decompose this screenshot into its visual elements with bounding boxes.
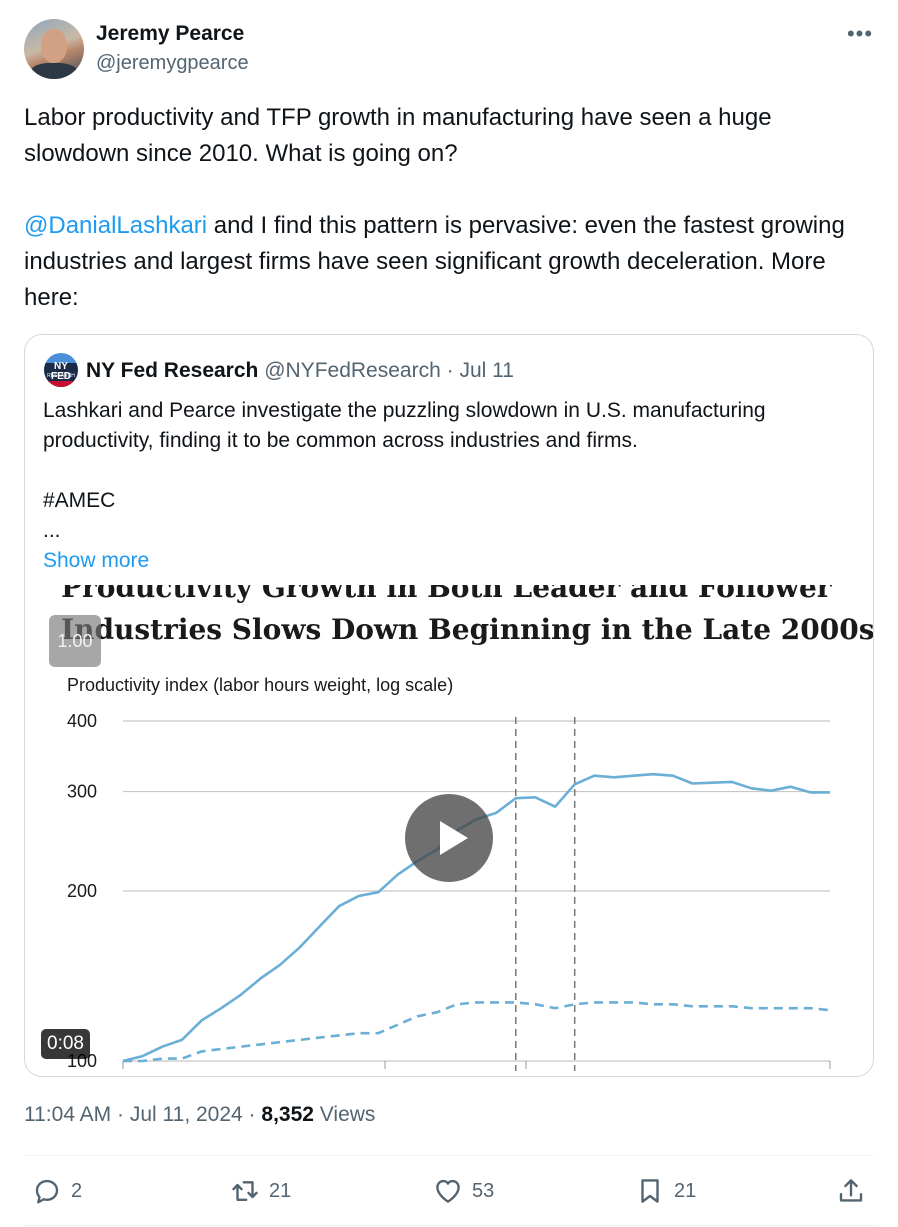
like-count: 53 — [472, 1179, 495, 1202]
quoted-author-handle[interactable]: @NYFedResearch — [264, 359, 441, 382]
tweet-meta: 11:04 AM · Jul 11, 2024 · 8,352 Views — [24, 1103, 375, 1127]
series-line-dashed — [123, 1001, 831, 1063]
mention-link[interactable]: @DanialLashkari — [24, 212, 207, 239]
quoted-date[interactable]: Jul 11 — [459, 359, 513, 382]
y-tick-label: 200 — [67, 881, 97, 901]
share-button[interactable] — [836, 1175, 866, 1207]
reply-button[interactable]: 2 — [32, 1175, 82, 1207]
quoted-header: NY Fed Research @NYFedResearch · Jul 11 — [86, 359, 514, 383]
header-separator: · — [446, 359, 454, 382]
avatar-shirt — [30, 63, 78, 79]
playback-speed-badge[interactable]: 1.00 — [49, 615, 101, 667]
quoted-text-body: Lashkari and Pearce investigate the puzz… — [43, 399, 766, 452]
repost-button[interactable]: 21 — [230, 1175, 291, 1207]
meta-separator: · — [111, 1103, 130, 1126]
y-axis-label: Productivity index (labor hours weight, … — [67, 675, 453, 695]
tweet-time[interactable]: 11:04 AM — [24, 1103, 111, 1126]
y-tick-label: 400 — [67, 711, 97, 731]
avatar-face — [41, 29, 67, 63]
reply-count: 2 — [71, 1179, 83, 1202]
reply-icon — [35, 1179, 59, 1204]
play-button[interactable] — [405, 794, 493, 882]
tweet-date[interactable]: Jul 11, 2024 — [130, 1103, 243, 1126]
y-tick-label: 300 — [67, 782, 97, 802]
show-more-link[interactable]: Show more — [43, 546, 853, 576]
repost-icon — [232, 1181, 258, 1201]
like-button[interactable]: 53 — [433, 1175, 494, 1207]
video-duration: 0:08 — [41, 1029, 90, 1059]
divider — [24, 1155, 874, 1156]
divider — [24, 1225, 874, 1226]
views-count: 8,352 — [261, 1103, 314, 1126]
author-handle[interactable]: @jeremygpearce — [96, 52, 249, 75]
avatar-logo-subtext: RESEARCH — [47, 373, 75, 379]
video-player[interactable]: Productivity Growth in Both Leader and F… — [25, 585, 873, 1076]
tweet-text: Labor productivity and TFP growth in man… — [24, 100, 874, 316]
tweet-paragraph-1: Labor productivity and TFP growth in man… — [24, 104, 772, 167]
author-avatar[interactable] — [24, 19, 84, 79]
play-icon — [440, 821, 468, 855]
meta-separator: · — [242, 1103, 262, 1126]
heart-icon — [436, 1179, 460, 1203]
share-icon — [839, 1179, 863, 1202]
avatar-logo-stripe — [44, 381, 78, 387]
quoted-author-name[interactable]: NY Fed Research — [86, 359, 258, 382]
quoted-ellipsis: ... — [43, 519, 61, 542]
views-label: Views — [313, 1103, 376, 1126]
quoted-text: Lashkari and Pearce investigate the puzz… — [43, 396, 853, 576]
repost-count: 21 — [269, 1179, 292, 1202]
avatar-logo-text: NY FED — [51, 361, 71, 382]
more-options-icon[interactable]: ••• — [840, 22, 880, 46]
quoted-tweet-card[interactable]: NY FED RESEARCH NY Fed Research @NYFedRe… — [24, 334, 874, 1077]
bookmark-icon — [641, 1179, 659, 1203]
author-name[interactable]: Jeremy Pearce — [96, 22, 244, 46]
quoted-author-avatar[interactable]: NY FED RESEARCH — [44, 353, 78, 387]
bookmark-button[interactable]: 21 — [635, 1175, 696, 1207]
quoted-hashtag: #AMEC — [43, 489, 116, 512]
tweet-paragraph-2: @DanialLashkari and I find this pattern … — [24, 208, 874, 316]
bookmark-count: 21 — [674, 1179, 697, 1202]
